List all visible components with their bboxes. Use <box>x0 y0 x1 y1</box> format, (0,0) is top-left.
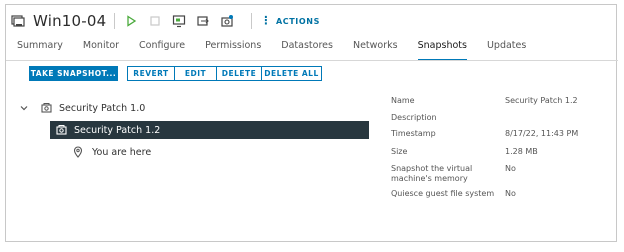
location-pin-icon <box>72 146 84 158</box>
vm-header: Win10-04 ⋮ ACTIONS <box>11 10 320 32</box>
tab-bar: Summary Monitor Configure Permissions Da… <box>17 40 546 61</box>
tree-node-selected[interactable]: Security Patch 1.2 <box>50 121 369 139</box>
delete-all-button[interactable]: DELETE ALL <box>262 67 321 80</box>
snapshot-icon <box>56 124 68 136</box>
you-are-here-label: You are here <box>92 146 152 158</box>
tab-permissions[interactable]: Permissions <box>205 40 261 58</box>
actions-label: ACTIONS <box>275 16 320 26</box>
edit-button[interactable]: EDIT <box>175 67 217 80</box>
snapshot-icon <box>41 102 53 114</box>
header-divider <box>251 13 253 29</box>
tab-datastores[interactable]: Datastores <box>281 40 333 58</box>
power-on-icon[interactable] <box>123 13 139 29</box>
actions-menu[interactable]: ⋮ ACTIONS <box>260 14 320 27</box>
you-are-here-row: You are here <box>72 146 151 158</box>
snapshot-icon[interactable] <box>219 13 235 29</box>
take-snapshot-button[interactable]: TAKE SNAPSHOT... <box>29 66 118 81</box>
page-title: Win10-04 <box>33 12 107 30</box>
vm-icon <box>11 14 25 28</box>
delete-button[interactable]: DELETE <box>217 67 262 80</box>
tab-configure[interactable]: Configure <box>139 40 185 58</box>
revert-button[interactable]: REVERT <box>128 67 175 80</box>
header-divider <box>114 13 116 29</box>
console-icon[interactable] <box>171 13 187 29</box>
tab-divider <box>6 60 618 61</box>
tab-monitor[interactable]: Monitor <box>83 40 119 58</box>
chevron-down-icon[interactable] <box>19 103 29 113</box>
tree-node-label: Security Patch 1.0 <box>59 102 146 114</box>
tree-node-label: Security Patch 1.2 <box>74 124 161 136</box>
tab-updates[interactable]: Updates <box>487 40 526 58</box>
tree-node-root[interactable]: Security Patch 1.0 <box>19 102 145 114</box>
power-off-icon[interactable] <box>147 13 163 29</box>
tab-networks[interactable]: Networks <box>353 40 398 58</box>
tab-summary[interactable]: Summary <box>17 40 63 58</box>
vertical-dots-icon: ⋮ <box>260 14 272 27</box>
tab-snapshots[interactable]: Snapshots <box>417 40 468 61</box>
snapshot-actions-group: REVERT EDIT DELETE DELETE ALL <box>127 66 322 81</box>
migrate-icon[interactable] <box>195 13 211 29</box>
